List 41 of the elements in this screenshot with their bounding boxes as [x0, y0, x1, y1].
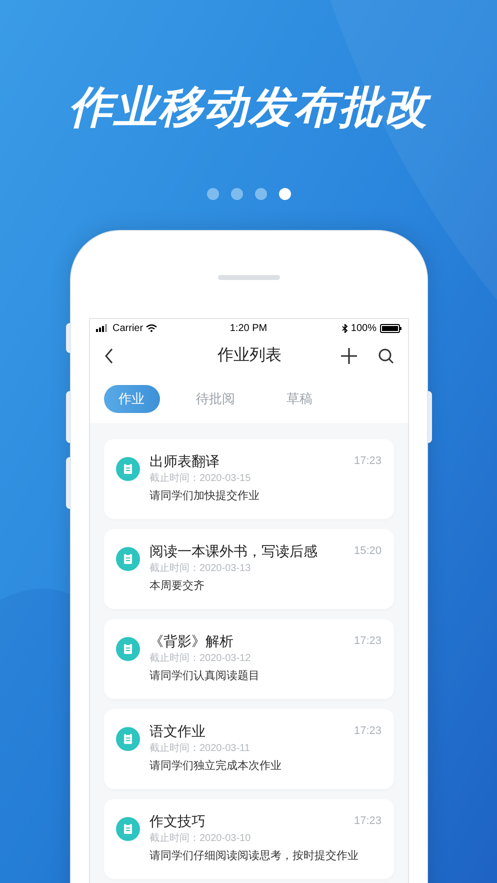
add-button[interactable] [340, 347, 358, 365]
page-title: 作业列表 [216, 346, 282, 366]
search-button[interactable] [378, 348, 394, 364]
carrier-name: Carrier [112, 322, 144, 336]
assignment-card[interactable]: 《背影》解析 17:23 截止时间：2020-03-12 请同学们认真阅读题目 [104, 619, 394, 699]
clipboard-icon [116, 637, 140, 661]
assignment-note: 请同学们加快提交作业 [150, 488, 260, 504]
assignment-title: 语文作业 [150, 722, 206, 741]
deadline-text: 截止时间：2020-03-15 [150, 472, 252, 486]
assignment-card[interactable]: 作文技巧 17:23 截止时间：2020-03-10 请同学们仔细阅读阅读思考，按时提交作业 [104, 799, 394, 879]
assignment-time: 17:23 [354, 454, 382, 469]
assignment-title: 阅读一本课外书，写读后感 [150, 542, 318, 561]
assignment-note: 请同学们独立完成本次作业 [150, 758, 282, 774]
assignment-title: 作文技巧 [150, 812, 206, 831]
assignment-time: 17:23 [354, 634, 382, 649]
assignment-time: 17:23 [354, 724, 382, 739]
assignment-note: 本周要交齐 [150, 578, 206, 594]
assignment-card[interactable]: 阅读一本课外书，写读后感 15:20 截止时间：2020-03-13 本周要交齐 [104, 529, 394, 609]
assignment-card[interactable]: 出师表翻译 17:23 截止时间：2020-03-15 请同学们加快提交作业 [104, 439, 394, 519]
assignment-time: 17:23 [354, 814, 382, 829]
clipboard-icon [116, 817, 140, 841]
clipboard-icon [116, 457, 140, 481]
assignment-note: 请同学们认真阅读题目 [150, 669, 260, 684]
wifi-icon [146, 324, 158, 332]
clipboard-icon [116, 547, 140, 571]
battery-level: 100% [350, 322, 376, 336]
deadline-text: 截止时间：2020-03-12 [150, 652, 252, 666]
assignment-title: 《背影》解析 [150, 632, 234, 651]
clipboard-icon [116, 727, 140, 751]
assignment-note: 请同学们仔细阅读阅读思考，按时提交作业 [150, 848, 360, 864]
deadline-text: 截止时间：2020-03-13 [150, 562, 252, 576]
deadline-text: 截止时间：2020-03-11 [150, 742, 251, 756]
speaker-icon [218, 275, 280, 280]
assignment-card[interactable]: 语文作业 17:23 截止时间：2020-03-11 请同学们独立完成本次作业 [104, 709, 394, 789]
assignment-title: 出师表翻译 [150, 452, 220, 471]
bluetooth-icon [342, 324, 348, 332]
battery-icon [380, 324, 402, 332]
signal-icon [96, 324, 110, 332]
deadline-text: 截止时间：2020-03-10 [150, 832, 252, 846]
status-time: 1:20 PM [230, 322, 268, 336]
assignment-time: 15:20 [354, 544, 382, 559]
